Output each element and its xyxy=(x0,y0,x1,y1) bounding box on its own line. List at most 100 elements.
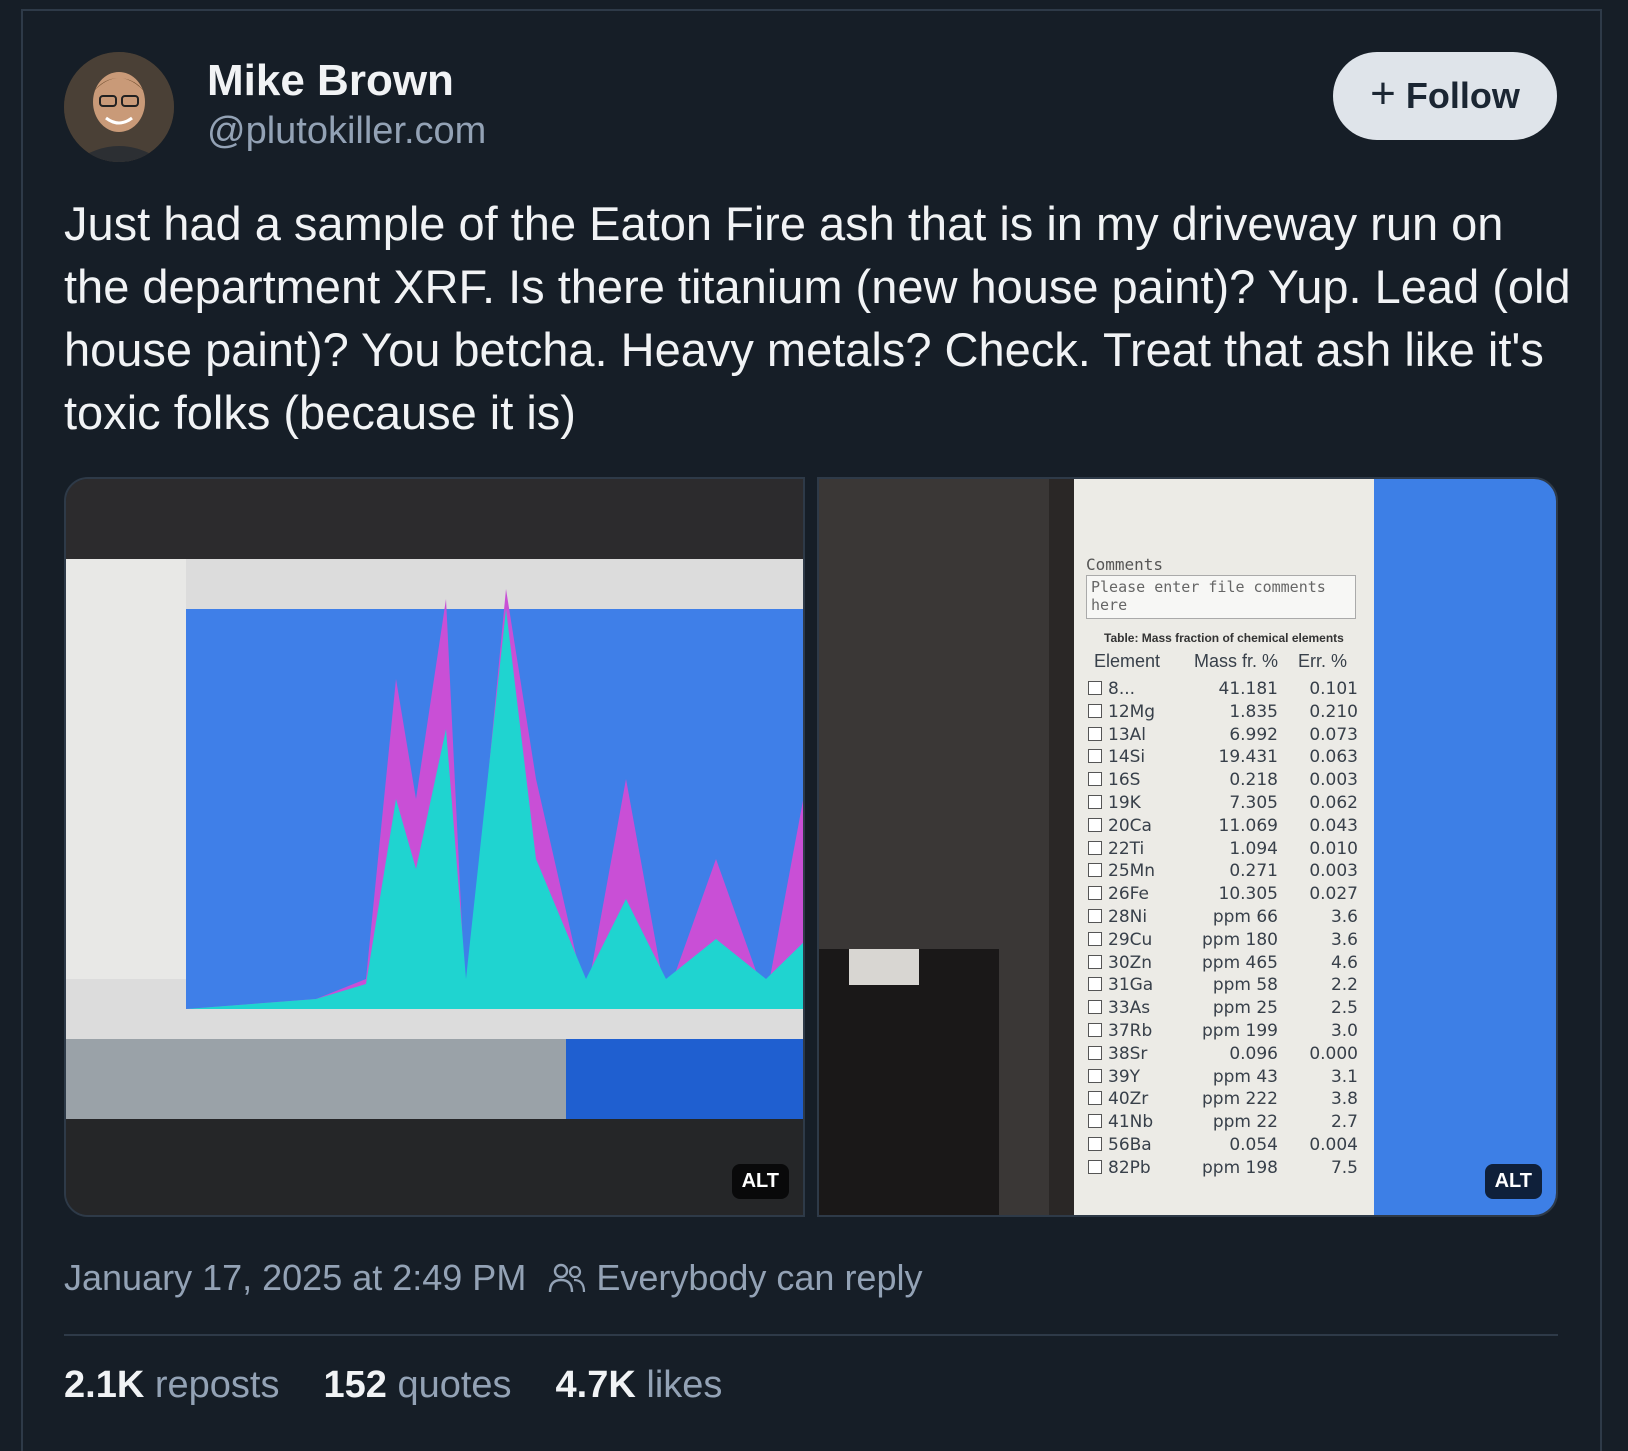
row-checkbox[interactable] xyxy=(1088,1023,1102,1037)
row-element: 16S xyxy=(1088,770,1140,790)
row-element-label: 28Ni xyxy=(1108,907,1148,927)
row-mass-fraction: ppm 25 xyxy=(1212,998,1278,1019)
table-row[interactable]: 31Ga ppm 58 2.2 xyxy=(1088,975,1358,999)
row-checkbox[interactable] xyxy=(1088,1045,1102,1060)
row-checkbox[interactable] xyxy=(1088,1159,1102,1174)
table-row[interactable]: 26Fe 10.305 0.027 xyxy=(1088,884,1358,908)
row-element: 82Pb xyxy=(1088,1158,1151,1178)
author-name[interactable]: Mike Brown xyxy=(207,56,454,106)
row-checkbox[interactable] xyxy=(1088,1091,1102,1106)
row-mass-fraction: 1.094 xyxy=(1229,838,1278,859)
row-checkbox[interactable] xyxy=(1088,840,1102,855)
row-checkbox[interactable] xyxy=(1088,703,1102,718)
row-error: 0.010 xyxy=(1309,838,1358,859)
plus-icon: + xyxy=(1370,69,1396,118)
row-element-label: 13Al xyxy=(1108,724,1146,745)
row-checkbox[interactable] xyxy=(1088,749,1102,764)
row-error: 3.6 xyxy=(1330,929,1358,950)
row-mass-fraction: ppm 43 xyxy=(1212,1066,1278,1087)
table-row[interactable]: 39Y ppm 43 3.1 xyxy=(1088,1067,1358,1091)
row-mass-fraction: 0.096 xyxy=(1229,1043,1278,1064)
table-row[interactable]: 14Si 19.431 0.063 xyxy=(1088,747,1358,771)
reposts-label: reposts xyxy=(154,1364,280,1406)
avatar[interactable] xyxy=(64,52,174,162)
reposts-stat[interactable]: 2.1K reposts xyxy=(64,1364,279,1407)
alt-badge[interactable]: ALT xyxy=(1484,1164,1542,1199)
table-row[interactable]: 41Nb ppm 22 2.7 xyxy=(1088,1112,1358,1136)
row-element-label: 12Mg xyxy=(1108,701,1156,722)
xrf-table-photo[interactable]: Comments Please enter file comments here… xyxy=(817,477,1558,1217)
row-checkbox[interactable] xyxy=(1088,681,1102,695)
table-row[interactable]: 8... 41.181 0.101 xyxy=(1088,679,1358,703)
row-mass-fraction: ppm 222 xyxy=(1202,1089,1278,1110)
row-checkbox[interactable] xyxy=(1088,1137,1102,1151)
row-element-label: 14Si xyxy=(1108,747,1146,768)
row-checkbox[interactable] xyxy=(1088,1068,1102,1083)
row-checkbox[interactable] xyxy=(1088,817,1102,832)
quotes-label: quotes xyxy=(397,1364,512,1406)
follow-button[interactable]: + Follow xyxy=(1333,52,1557,140)
row-checkbox[interactable] xyxy=(1088,909,1102,923)
row-element-label: 33As xyxy=(1108,998,1151,1019)
row-checkbox[interactable] xyxy=(1088,1000,1102,1015)
row-checkbox[interactable] xyxy=(1088,886,1102,901)
alt-badge[interactable]: ALT xyxy=(731,1164,789,1199)
table-row[interactable]: 13Al 6.992 0.073 xyxy=(1088,725,1358,749)
table-header: Element Mass fr. % Err. % xyxy=(1088,651,1358,675)
row-mass-fraction: ppm 66 xyxy=(1212,907,1278,927)
row-mass-fraction: 19.431 xyxy=(1218,747,1278,768)
row-element: 29Cu xyxy=(1088,930,1152,950)
reply-setting: Everybody can reply xyxy=(548,1257,922,1299)
xrf-spectrum-image xyxy=(66,479,803,1215)
likes-stat[interactable]: 4.7K likes xyxy=(556,1364,723,1407)
table-row[interactable]: 16S 0.218 0.003 xyxy=(1088,770,1358,794)
follow-label: Follow xyxy=(1405,75,1520,116)
row-checkbox[interactable] xyxy=(1088,1114,1102,1129)
row-element: 30Zn xyxy=(1088,953,1152,973)
row-error: 3.6 xyxy=(1330,907,1358,927)
row-checkbox[interactable] xyxy=(1088,726,1102,741)
row-checkbox[interactable] xyxy=(1088,977,1102,992)
timestamp[interactable]: January 17, 2025 at 2:49 PM xyxy=(64,1257,526,1299)
table-row[interactable]: 22Ti 1.094 0.010 xyxy=(1088,839,1358,863)
table-row[interactable]: 30Zn ppm 465 4.6 xyxy=(1088,953,1358,977)
row-mass-fraction: ppm 180 xyxy=(1202,929,1278,950)
row-error: 0.073 xyxy=(1309,724,1358,745)
row-error: 0.003 xyxy=(1309,861,1358,882)
row-checkbox[interactable] xyxy=(1088,772,1102,787)
table-row[interactable]: 29Cu ppm 180 3.6 xyxy=(1088,930,1358,954)
reposts-count: 2.1K xyxy=(64,1364,145,1406)
author-handle[interactable]: @plutokiller.com xyxy=(207,110,486,153)
row-mass-fraction: 0.271 xyxy=(1229,861,1278,882)
xrf-table-panel: Comments Please enter file comments here… xyxy=(1074,479,1374,1215)
row-element-label: 22Ti xyxy=(1108,838,1145,859)
row-checkbox[interactable] xyxy=(1088,931,1102,946)
table-row[interactable]: 82Pb ppm 198 7.5 xyxy=(1088,1158,1358,1182)
row-element-label: 40Zr xyxy=(1108,1089,1149,1110)
row-element: 13Al xyxy=(1088,725,1146,745)
row-element-label: 26Fe xyxy=(1108,884,1149,905)
table-row[interactable]: 40Zr ppm 222 3.8 xyxy=(1088,1089,1358,1113)
quotes-stat[interactable]: 152 quotes xyxy=(323,1364,511,1407)
header-err: Err. % xyxy=(1298,651,1348,671)
row-checkbox[interactable] xyxy=(1088,795,1102,809)
row-element: 19K xyxy=(1088,793,1141,813)
table-row[interactable]: 56Ba 0.054 0.004 xyxy=(1088,1135,1358,1159)
table-row[interactable]: 33As ppm 25 2.5 xyxy=(1088,998,1358,1022)
table-row[interactable]: 28Ni ppm 66 3.6 xyxy=(1088,907,1358,931)
comments-field[interactable]: Please enter file comments here xyxy=(1086,575,1356,619)
table-row[interactable]: 20Ca 11.069 0.043 xyxy=(1088,816,1358,840)
quotes-count: 152 xyxy=(323,1364,387,1406)
row-element-label: 31Ga xyxy=(1108,975,1154,996)
table-row[interactable]: 37Rb ppm 199 3.0 xyxy=(1088,1021,1358,1045)
row-error: 7.5 xyxy=(1330,1157,1358,1178)
row-checkbox[interactable] xyxy=(1088,863,1102,878)
table-row[interactable]: 12Mg 1.835 0.210 xyxy=(1088,702,1358,726)
row-checkbox[interactable] xyxy=(1088,954,1102,969)
table-row[interactable]: 38Sr 0.096 0.000 xyxy=(1088,1044,1358,1068)
table-row[interactable]: 19K 7.305 0.062 xyxy=(1088,793,1358,817)
row-element-label: 38Sr xyxy=(1108,1043,1148,1064)
row-error: 2.5 xyxy=(1330,998,1358,1019)
xrf-spectrum-photo[interactable]: ALT xyxy=(64,477,805,1217)
table-row[interactable]: 25Mn 0.271 0.003 xyxy=(1088,861,1358,885)
